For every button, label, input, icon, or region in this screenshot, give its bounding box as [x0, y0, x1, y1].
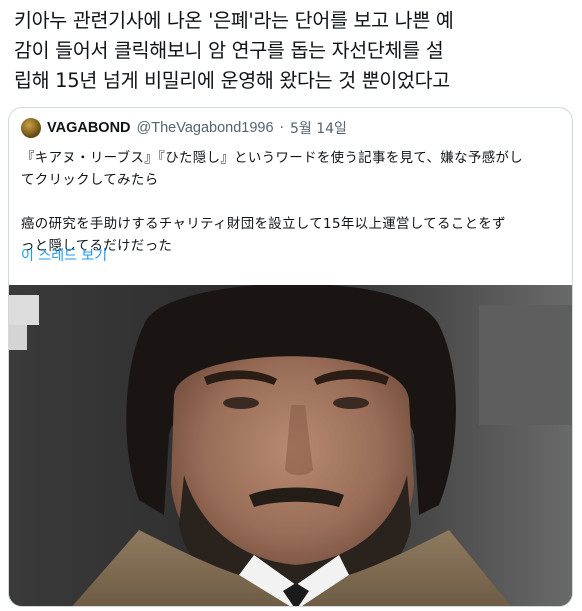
quoted-tweet-header: VAGABOND @TheVagabond1996 · 5월 14일 — [21, 118, 347, 138]
author-handle[interactable]: @TheVagabond1996 — [137, 120, 274, 136]
post-date[interactable]: 5월 14일 — [290, 118, 347, 138]
photo-of-man-icon — [9, 285, 572, 606]
body-line: 癌の研究を手助けするチャリティ財団を設立して15年以上運営してることをず — [21, 217, 506, 232]
body-line: てクリックしてみたら — [21, 173, 159, 188]
show-thread-link[interactable]: 이 스레드 보기 — [21, 245, 107, 265]
author-name[interactable]: VAGABOND — [47, 120, 131, 136]
body-line: 『キアヌ・リーブス』『ひた隠し』というワードを使う記事を見て、嫌な予感がし — [21, 151, 524, 166]
tweet-line: 립해 15년 넘게 비밀리에 운영해 왔다는 것 뿐이었다고 — [14, 69, 450, 92]
tweet-line: 감이 들어서 클릭해보니 암 연구를 돕는 자선단체를 설 — [14, 39, 444, 62]
quoted-tweet-body: 『キアヌ・リーブス』『ひた隠し』というワードを使う記事を見て、嫌な予感がし てク… — [21, 148, 561, 258]
avatar[interactable] — [21, 118, 41, 138]
separator-dot: · — [279, 120, 284, 136]
tweet-photo[interactable] — [9, 285, 572, 606]
tweet-line: 키아누 관련기사에 나온 '은폐'라는 단어를 보고 나쁜 예 — [14, 9, 454, 32]
tweet-text: 키아누 관련기사에 나온 '은폐'라는 단어를 보고 나쁜 예 감이 들어서 클… — [14, 6, 574, 96]
quoted-tweet-card[interactable]: VAGABOND @TheVagabond1996 · 5월 14일 『キアヌ・… — [8, 107, 573, 607]
